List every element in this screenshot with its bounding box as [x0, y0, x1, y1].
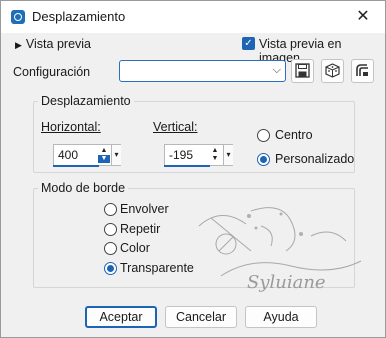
expand-arrow-icon: ▶	[15, 40, 22, 50]
preview-toggle[interactable]: ▶ Vista previa	[15, 37, 91, 51]
watermark-logo-icon: Syluiane	[198, 207, 362, 293]
watermark: Syluiane	[191, 196, 371, 309]
centro-radio[interactable]	[257, 129, 270, 142]
offset-group-title: Desplazamiento	[38, 94, 134, 108]
horizontal-dropdown-arrow[interactable]: ▾	[111, 145, 121, 165]
dialog-window: Desplazamiento ✕ ▶ Vista previa ✓ Vista p…	[0, 0, 386, 338]
spin-down-icon[interactable]: ▼	[98, 155, 110, 163]
horizontal-focus-bar	[53, 165, 99, 167]
preview-checkbox[interactable]: ✓	[242, 37, 255, 50]
window-title: Desplazamiento	[32, 9, 126, 24]
vertical-focus-bar	[164, 165, 210, 167]
config-dropdown[interactable]: ⌵	[119, 60, 286, 82]
color-label[interactable]: Color	[120, 241, 150, 255]
transparente-radio[interactable]	[104, 262, 117, 275]
color-radio[interactable]	[104, 242, 117, 255]
cancel-button[interactable]: Cancelar	[165, 306, 237, 328]
spin-up-icon[interactable]: ▲	[209, 147, 221, 155]
horizontal-value: 400	[58, 148, 79, 162]
vertical-spinner[interactable]: ▲ ▼	[209, 147, 221, 163]
vertical-label: Vertical:	[153, 120, 198, 134]
horizontal-input[interactable]: 400 ▲ ▼ ▾	[53, 144, 121, 167]
vertical-input[interactable]: -195 ▲ ▼ ▾	[164, 144, 233, 167]
watermark-text: Syluiane	[247, 272, 326, 293]
personalizado-radio[interactable]	[257, 153, 270, 166]
vertical-dropdown-arrow[interactable]: ▾	[223, 145, 233, 165]
repetir-radio[interactable]	[104, 223, 117, 236]
save-preset-button[interactable]	[291, 59, 314, 83]
config-label: Configuración	[13, 65, 91, 79]
preview-toggle-label: Vista previa	[25, 37, 92, 51]
transparente-label[interactable]: Transparente	[120, 261, 194, 275]
spin-up-icon[interactable]: ▲	[98, 147, 110, 155]
edge-mode-title: Modo de borde	[38, 181, 129, 195]
spin-down-icon[interactable]: ▼	[209, 155, 221, 163]
title-bar[interactable]: Desplazamiento ✕	[1, 1, 385, 33]
preset-manager-button[interactable]	[351, 59, 374, 83]
close-button[interactable]: ✕	[349, 5, 377, 29]
accept-button[interactable]: Aceptar	[85, 306, 157, 328]
vertical-value: -195	[169, 148, 194, 162]
horizontal-spinner[interactable]: ▲ ▼	[98, 147, 110, 163]
help-button[interactable]: Ayuda	[245, 306, 317, 328]
reset-preset-button[interactable]	[321, 59, 344, 83]
save-icon	[295, 63, 310, 78]
chevron-down-icon: ⌵	[272, 64, 281, 76]
centro-label[interactable]: Centro	[275, 128, 313, 142]
personalizado-label[interactable]: Personalizado	[275, 152, 354, 166]
app-icon	[11, 10, 25, 24]
envolver-label[interactable]: Envolver	[120, 202, 169, 216]
dice-icon	[325, 63, 340, 78]
envolver-radio[interactable]	[104, 203, 117, 216]
horizontal-label: Horizontal:	[41, 120, 101, 134]
offset-group: Desplazamiento Horizontal: 400 ▲ ▼ ▾ Ver…	[33, 94, 355, 173]
repetir-label[interactable]: Repetir	[120, 222, 160, 236]
preset-manager-icon	[356, 64, 368, 76]
